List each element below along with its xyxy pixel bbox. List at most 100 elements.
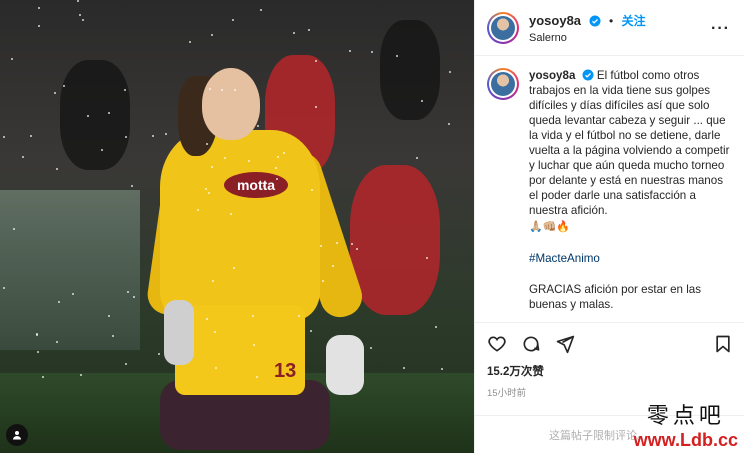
snowflake (79, 14, 81, 16)
location-link[interactable]: Salerno (529, 32, 646, 44)
snowflake (277, 156, 279, 158)
likes-count[interactable]: 15.2万次赞 (487, 363, 733, 379)
caption-emoji: 🙏🏼👊🏼🔥 (529, 221, 571, 233)
snowflake (315, 60, 317, 62)
snowflake (332, 265, 334, 267)
snowflake (234, 89, 236, 91)
snowflake (189, 41, 191, 43)
username-link[interactable]: yosoy8a (529, 13, 581, 28)
goalkeeper: motta 13 (145, 60, 368, 453)
hashtag-link[interactable]: #MacteAnimo (529, 251, 732, 266)
snowflake (322, 280, 324, 282)
snowflake (77, 0, 79, 2)
snowflake (320, 245, 322, 247)
snowflake (351, 243, 353, 245)
spectator (380, 20, 440, 120)
snowflake (256, 376, 258, 378)
snowflake (206, 318, 208, 320)
snowflake (308, 29, 310, 31)
jersey-sponsor: motta (224, 172, 288, 198)
watermark-cn: 零点吧 (646, 404, 725, 429)
snowflake (310, 330, 312, 332)
snowflake (208, 192, 210, 194)
snowflake (36, 334, 38, 336)
snowflake (133, 296, 135, 298)
snowflake (416, 157, 418, 159)
snowflake (38, 7, 40, 9)
snowflake (56, 168, 58, 170)
snowflake (125, 363, 127, 365)
bookmark-icon[interactable] (713, 334, 733, 354)
snowflake (370, 347, 372, 349)
snowflake (124, 89, 126, 91)
tagged-users-button[interactable] (6, 424, 28, 446)
post-header: yosoy8a • 关注 Salerno ··· (475, 0, 744, 56)
site-watermark: 零点吧 www.Ldb.cc (634, 398, 738, 451)
snowflake (209, 88, 211, 90)
like-icon[interactable] (487, 334, 507, 354)
post-media[interactable]: motta 13 (0, 0, 474, 453)
avatar[interactable] (487, 11, 519, 44)
follow-button[interactable]: 关注 (622, 14, 646, 28)
snowflake (371, 51, 373, 53)
snowflake (56, 341, 58, 343)
snowflake (80, 374, 82, 376)
snowflake (42, 376, 44, 378)
snowflake (449, 71, 451, 73)
action-bar: 15.2万次赞 15小时前 (475, 322, 744, 399)
snowflake (215, 367, 217, 369)
snowflake (108, 112, 110, 114)
snowflake (211, 166, 213, 168)
snowflake (426, 257, 428, 259)
snowflake (232, 19, 234, 21)
snowflake (293, 32, 295, 34)
snowflake (108, 315, 110, 317)
snowflake (72, 293, 74, 295)
spectator (60, 60, 130, 170)
share-icon[interactable] (555, 334, 575, 354)
snowflake (158, 353, 160, 355)
snowflake (101, 149, 103, 151)
snowflake (276, 178, 278, 180)
snowflake (336, 242, 338, 244)
snowflake (11, 58, 13, 60)
snowflake (82, 19, 84, 21)
snowflake (54, 92, 56, 94)
snowflake (356, 248, 358, 250)
snowflake (260, 9, 262, 11)
snowflake (263, 185, 265, 187)
snowflake (311, 189, 313, 191)
snowflake (252, 315, 254, 317)
snowflake (37, 351, 39, 353)
caption-text: El fútbol como otros trabajos en la vida… (529, 69, 730, 217)
separator-dot: • (608, 13, 614, 28)
snowflake (112, 335, 114, 337)
caption: yosoy8a El fútbol como otros trabajos en… (475, 56, 744, 326)
snowflake (58, 301, 60, 303)
snowflake (206, 143, 208, 145)
snowflake (214, 331, 216, 333)
snowflake (349, 50, 351, 52)
post-timestamp[interactable]: 15小时前 (487, 385, 733, 399)
snowflake (275, 167, 277, 169)
snowflake (248, 160, 250, 162)
snowflake (30, 135, 32, 137)
verified-badge-icon (589, 15, 600, 26)
caption-username[interactable]: yosoy8a (529, 69, 575, 82)
snowflake (197, 209, 199, 211)
snowflake (127, 291, 129, 293)
snowflake (315, 106, 317, 108)
snowflake (224, 157, 226, 159)
snowflake (212, 280, 214, 282)
snowflake (396, 55, 398, 57)
snowflake (230, 213, 232, 215)
snowflake (298, 315, 300, 317)
snowflake (152, 135, 154, 137)
caption-avatar[interactable] (487, 68, 519, 100)
snowflake (38, 25, 40, 27)
comment-icon[interactable] (521, 334, 541, 354)
snowflake (3, 287, 5, 289)
post-side-panel: yosoy8a • 关注 Salerno ··· yosoy8a El fútb… (474, 0, 744, 453)
snowflake (421, 100, 423, 102)
more-options-icon[interactable]: ··· (711, 20, 730, 38)
